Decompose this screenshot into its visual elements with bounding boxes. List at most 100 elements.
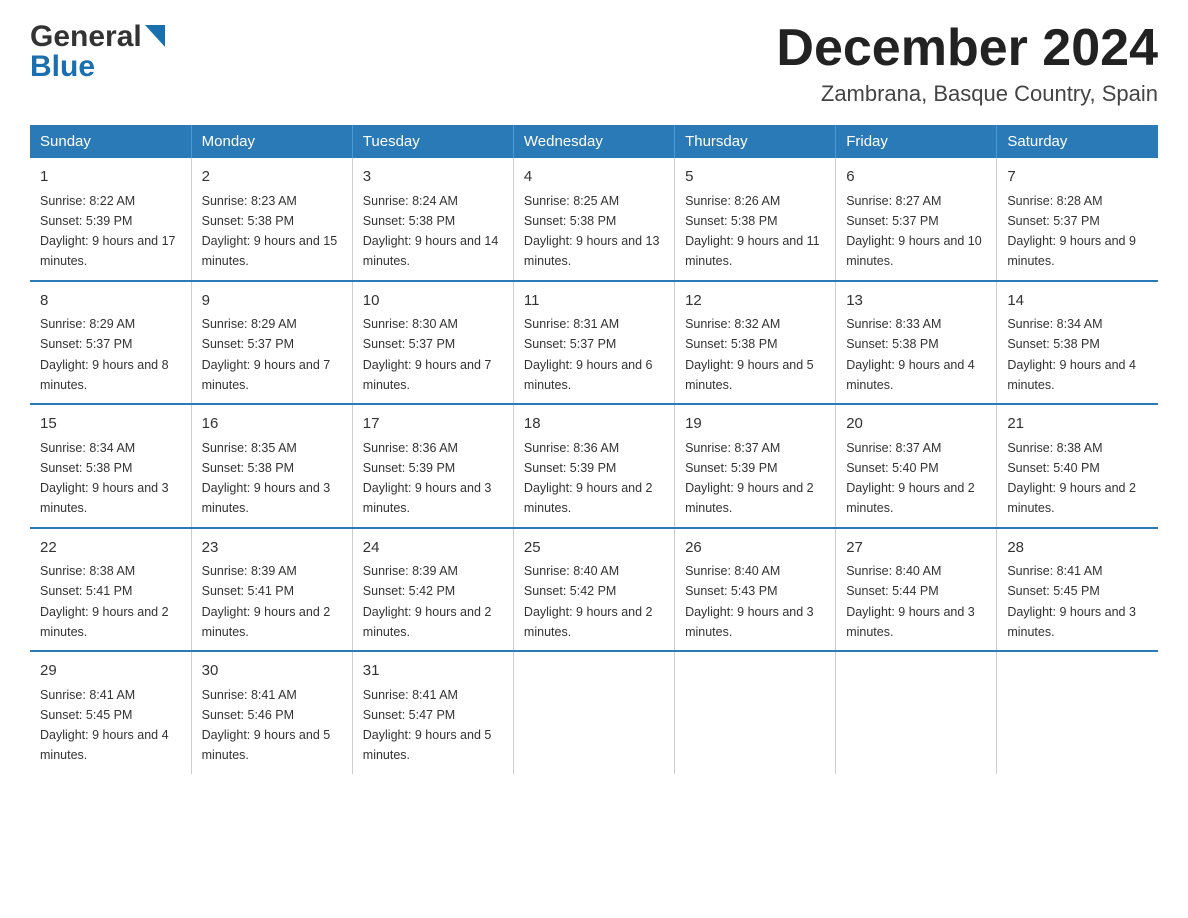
calendar-cell: 6Sunrise: 8:27 AMSunset: 5:37 PMDaylight… bbox=[836, 158, 997, 281]
calendar-cell: 10Sunrise: 8:30 AMSunset: 5:37 PMDayligh… bbox=[352, 281, 513, 405]
calendar-cell: 3 Sunrise: 8:24 AMSunset: 5:38 PMDaylight… bbox=[352, 158, 513, 281]
day-number: 26 bbox=[685, 537, 825, 560]
calendar-cell bbox=[513, 651, 674, 774]
week-row-5: 29 Sunrise: 8:41 AMSunset: 5:45 PMDayligh… bbox=[30, 651, 1158, 774]
calendar-cell: 16Sunrise: 8:35 AMSunset: 5:38 PMDayligh… bbox=[191, 404, 352, 528]
day-number: 17 bbox=[363, 413, 503, 436]
day-info: Sunrise: 8:39 AMSunset: 5:42 PMDaylight:… bbox=[363, 564, 492, 639]
day-number: 1 bbox=[40, 166, 181, 189]
calendar-cell: 23 Sunrise: 8:39 AMSunset: 5:41 PMDayligh… bbox=[191, 528, 352, 652]
day-info: Sunrise: 8:37 AMSunset: 5:39 PMDaylight:… bbox=[685, 441, 814, 516]
day-info: Sunrise: 8:32 AMSunset: 5:38 PMDaylight:… bbox=[685, 317, 814, 392]
day-number: 8 bbox=[40, 290, 181, 313]
days-header-row: SundayMondayTuesdayWednesdayThursdayFrid… bbox=[30, 125, 1158, 158]
calendar-cell: 29 Sunrise: 8:41 AMSunset: 5:45 PMDayligh… bbox=[30, 651, 191, 774]
week-row-3: 15Sunrise: 8:34 AMSunset: 5:38 PMDayligh… bbox=[30, 404, 1158, 528]
day-header-thursday: Thursday bbox=[675, 125, 836, 158]
day-header-wednesday: Wednesday bbox=[513, 125, 674, 158]
calendar-cell: 26 Sunrise: 8:40 AMSunset: 5:43 PMDayligh… bbox=[675, 528, 836, 652]
day-info: Sunrise: 8:26 AMSunset: 5:38 PMDaylight:… bbox=[685, 194, 820, 269]
day-info: Sunrise: 8:40 AMSunset: 5:43 PMDaylight:… bbox=[685, 564, 814, 639]
day-info: Sunrise: 8:25 AMSunset: 5:38 PMDaylight:… bbox=[524, 194, 660, 269]
day-number: 29 bbox=[40, 660, 181, 683]
calendar-cell: 31Sunrise: 8:41 AMSunset: 5:47 PMDayligh… bbox=[352, 651, 513, 774]
day-info: Sunrise: 8:29 AMSunset: 5:37 PMDaylight:… bbox=[202, 317, 331, 392]
day-info: Sunrise: 8:37 AMSunset: 5:40 PMDaylight:… bbox=[846, 441, 975, 516]
calendar-cell: 30Sunrise: 8:41 AMSunset: 5:46 PMDayligh… bbox=[191, 651, 352, 774]
calendar-cell: 7Sunrise: 8:28 AMSunset: 5:37 PMDaylight… bbox=[997, 158, 1158, 281]
day-info: Sunrise: 8:41 AMSunset: 5:46 PMDaylight:… bbox=[202, 688, 331, 763]
week-row-1: 1Sunrise: 8:22 AMSunset: 5:39 PMDaylight… bbox=[30, 158, 1158, 281]
main-title: December 2024 bbox=[776, 20, 1158, 77]
day-number: 21 bbox=[1007, 413, 1148, 436]
calendar-table: SundayMondayTuesdayWednesdayThursdayFrid… bbox=[30, 125, 1158, 774]
day-info: Sunrise: 8:36 AMSunset: 5:39 PMDaylight:… bbox=[524, 441, 653, 516]
calendar-cell: 28 Sunrise: 8:41 AMSunset: 5:45 PMDayligh… bbox=[997, 528, 1158, 652]
day-header-monday: Monday bbox=[191, 125, 352, 158]
calendar-cell: 18 Sunrise: 8:36 AMSunset: 5:39 PMDayligh… bbox=[513, 404, 674, 528]
logo-blue-text: Blue bbox=[30, 50, 95, 84]
calendar-cell: 4 Sunrise: 8:25 AMSunset: 5:38 PMDaylight… bbox=[513, 158, 674, 281]
day-number: 11 bbox=[524, 290, 664, 313]
subtitle: Zambrana, Basque Country, Spain bbox=[776, 81, 1158, 107]
calendar-cell: 5Sunrise: 8:26 AMSunset: 5:38 PMDaylight… bbox=[675, 158, 836, 281]
day-info: Sunrise: 8:24 AMSunset: 5:38 PMDaylight:… bbox=[363, 194, 499, 269]
day-number: 19 bbox=[685, 413, 825, 436]
day-number: 25 bbox=[524, 537, 664, 560]
day-info: Sunrise: 8:41 AMSunset: 5:45 PMDaylight:… bbox=[1007, 564, 1136, 639]
calendar-cell: 22Sunrise: 8:38 AMSunset: 5:41 PMDayligh… bbox=[30, 528, 191, 652]
logo: General Blue bbox=[30, 20, 165, 84]
day-header-saturday: Saturday bbox=[997, 125, 1158, 158]
day-number: 6 bbox=[846, 166, 986, 189]
day-header-tuesday: Tuesday bbox=[352, 125, 513, 158]
calendar-cell: 11 Sunrise: 8:31 AMSunset: 5:37 PMDayligh… bbox=[513, 281, 674, 405]
calendar-cell: 17Sunrise: 8:36 AMSunset: 5:39 PMDayligh… bbox=[352, 404, 513, 528]
day-info: Sunrise: 8:31 AMSunset: 5:37 PMDaylight:… bbox=[524, 317, 653, 392]
day-info: Sunrise: 8:41 AMSunset: 5:45 PMDaylight:… bbox=[40, 688, 169, 763]
calendar-cell: 19 Sunrise: 8:37 AMSunset: 5:39 PMDayligh… bbox=[675, 404, 836, 528]
day-number: 23 bbox=[202, 537, 342, 560]
page-header: General Blue December 2024 Zambrana, Bas… bbox=[30, 20, 1158, 107]
day-number: 9 bbox=[202, 290, 342, 313]
day-number: 22 bbox=[40, 537, 181, 560]
day-number: 2 bbox=[202, 166, 342, 189]
week-row-4: 22Sunrise: 8:38 AMSunset: 5:41 PMDayligh… bbox=[30, 528, 1158, 652]
day-header-sunday: Sunday bbox=[30, 125, 191, 158]
day-number: 12 bbox=[685, 290, 825, 313]
day-number: 18 bbox=[524, 413, 664, 436]
day-header-friday: Friday bbox=[836, 125, 997, 158]
calendar-cell: 15Sunrise: 8:34 AMSunset: 5:38 PMDayligh… bbox=[30, 404, 191, 528]
day-info: Sunrise: 8:40 AMSunset: 5:42 PMDaylight:… bbox=[524, 564, 653, 639]
calendar-cell: 12 Sunrise: 8:32 AMSunset: 5:38 PMDayligh… bbox=[675, 281, 836, 405]
day-number: 20 bbox=[846, 413, 986, 436]
calendar-body: 1Sunrise: 8:22 AMSunset: 5:39 PMDaylight… bbox=[30, 158, 1158, 774]
calendar-cell: 21 Sunrise: 8:38 AMSunset: 5:40 PMDayligh… bbox=[997, 404, 1158, 528]
day-number: 13 bbox=[846, 290, 986, 313]
day-number: 3 bbox=[363, 166, 503, 189]
day-info: Sunrise: 8:35 AMSunset: 5:38 PMDaylight:… bbox=[202, 441, 331, 516]
day-number: 31 bbox=[363, 660, 503, 683]
day-info: Sunrise: 8:23 AMSunset: 5:38 PMDaylight:… bbox=[202, 194, 338, 269]
calendar-cell bbox=[836, 651, 997, 774]
calendar-cell: 24 Sunrise: 8:39 AMSunset: 5:42 PMDayligh… bbox=[352, 528, 513, 652]
day-number: 24 bbox=[363, 537, 503, 560]
day-info: Sunrise: 8:40 AMSunset: 5:44 PMDaylight:… bbox=[846, 564, 975, 639]
day-number: 14 bbox=[1007, 290, 1148, 313]
day-number: 27 bbox=[846, 537, 986, 560]
day-number: 10 bbox=[363, 290, 503, 313]
day-info: Sunrise: 8:34 AMSunset: 5:38 PMDaylight:… bbox=[1007, 317, 1136, 392]
day-info: Sunrise: 8:28 AMSunset: 5:37 PMDaylight:… bbox=[1007, 194, 1136, 269]
day-number: 28 bbox=[1007, 537, 1148, 560]
calendar-cell bbox=[997, 651, 1158, 774]
day-number: 4 bbox=[524, 166, 664, 189]
logo-arrow-icon bbox=[145, 25, 165, 47]
calendar-cell: 25 Sunrise: 8:40 AMSunset: 5:42 PMDayligh… bbox=[513, 528, 674, 652]
calendar-cell: 9 Sunrise: 8:29 AMSunset: 5:37 PMDaylight… bbox=[191, 281, 352, 405]
day-number: 15 bbox=[40, 413, 181, 436]
title-block: December 2024 Zambrana, Basque Country, … bbox=[776, 20, 1158, 107]
calendar-cell: 2 Sunrise: 8:23 AMSunset: 5:38 PMDaylight… bbox=[191, 158, 352, 281]
day-info: Sunrise: 8:39 AMSunset: 5:41 PMDaylight:… bbox=[202, 564, 331, 639]
day-info: Sunrise: 8:29 AMSunset: 5:37 PMDaylight:… bbox=[40, 317, 169, 392]
calendar-cell: 13Sunrise: 8:33 AMSunset: 5:38 PMDayligh… bbox=[836, 281, 997, 405]
day-info: Sunrise: 8:38 AMSunset: 5:40 PMDaylight:… bbox=[1007, 441, 1136, 516]
